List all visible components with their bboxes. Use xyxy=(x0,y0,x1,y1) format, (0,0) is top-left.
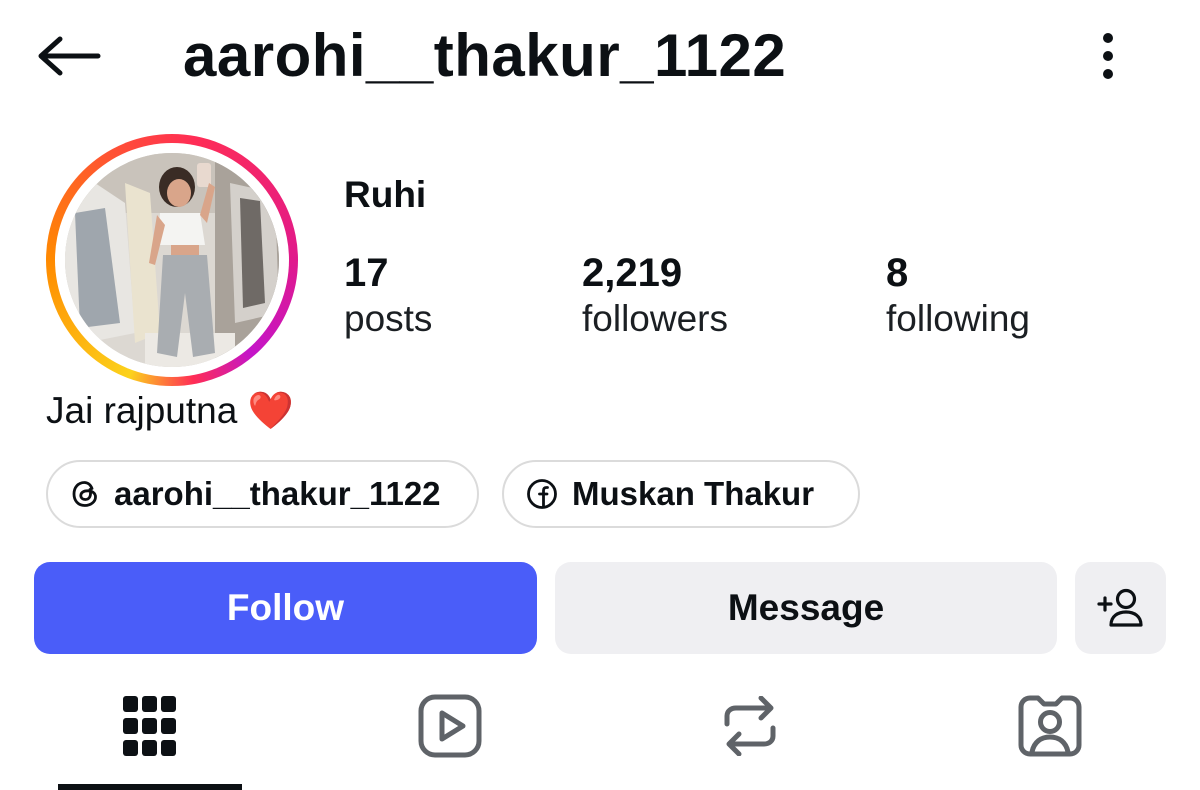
message-button[interactable]: Message xyxy=(555,562,1057,654)
tab-reels[interactable] xyxy=(350,676,550,776)
profile-header: aarohi__thakur_1122 xyxy=(0,0,1200,115)
vertical-dots-icon xyxy=(1103,33,1113,79)
posts-count: 17 xyxy=(344,251,389,295)
posts-label: posts xyxy=(344,298,433,339)
message-button-label: Message xyxy=(727,587,885,628)
story-ring[interactable] xyxy=(46,134,298,386)
reels-icon xyxy=(418,694,482,758)
following-stat[interactable]: 8 following xyxy=(886,250,1030,342)
bio-text: Jai rajputna ❤️ xyxy=(46,390,294,431)
facebook-link-chip[interactable]: Muskan Thakur xyxy=(502,460,860,528)
page-title: aarohi__thakur_1122 xyxy=(183,22,787,89)
add-user-icon xyxy=(1096,588,1143,627)
posts-stat[interactable]: 17 posts xyxy=(344,250,432,342)
followers-label: followers xyxy=(582,298,728,339)
threads-icon xyxy=(72,481,97,507)
follow-button[interactable]: Follow xyxy=(34,562,537,654)
avatar xyxy=(65,153,279,367)
more-options-button[interactable] xyxy=(1088,26,1128,86)
threads-link-text: aarohi__thakur_1122 xyxy=(114,475,441,512)
following-label: following xyxy=(886,298,1030,339)
tab-tagged[interactable] xyxy=(950,676,1150,776)
active-tab-indicator xyxy=(58,784,242,790)
repost-icon xyxy=(724,696,776,756)
suggest-user-button[interactable] xyxy=(1075,562,1166,654)
tab-posts-grid[interactable] xyxy=(50,676,250,776)
threads-link-chip[interactable]: aarohi__thakur_1122 xyxy=(46,460,479,528)
grid-icon xyxy=(123,696,176,756)
profile-photo xyxy=(65,153,279,367)
followers-stat[interactable]: 2,219 followers xyxy=(582,250,728,342)
tagged-icon xyxy=(1018,695,1082,757)
following-count: 8 xyxy=(886,251,909,295)
tab-reposts[interactable] xyxy=(650,676,850,776)
arrow-left-icon xyxy=(38,36,101,76)
facebook-link-text: Muskan Thakur xyxy=(572,475,815,512)
followers-count: 2,219 xyxy=(582,251,683,295)
follow-button-label: Follow xyxy=(226,587,345,628)
facebook-icon xyxy=(527,479,557,509)
display-name: Ruhi xyxy=(344,174,427,215)
back-button[interactable] xyxy=(34,26,104,86)
